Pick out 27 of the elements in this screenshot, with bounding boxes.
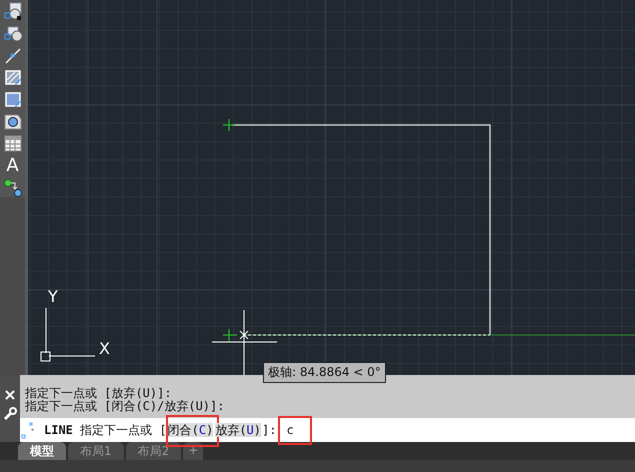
typed-value: c — [285, 423, 295, 437]
y-axis-label: Y — [48, 289, 58, 305]
line-icon[interactable] — [2, 46, 22, 65]
region-icon[interactable] — [2, 112, 22, 131]
table-icon[interactable] — [2, 134, 22, 153]
command-history-line: 指定下一点或 [闭合(C)/放弃(U)]: — [25, 400, 226, 413]
endpoint-marker — [222, 328, 238, 342]
endpoint-marker — [222, 118, 236, 132]
close-icon[interactable] — [4, 389, 16, 401]
bracket-text: [ — [159, 423, 167, 437]
bracket-text: ]: — [262, 423, 276, 437]
hatch-icon[interactable] — [2, 68, 22, 87]
gradient-icon[interactable] — [2, 90, 22, 109]
connector-icon[interactable] — [2, 178, 22, 197]
command-name: LINE — [44, 423, 73, 437]
text-tool-icon[interactable]: A — [6, 156, 19, 175]
layout-tab[interactable]: 模型 — [18, 442, 66, 460]
command-prompt: 指定下一点或 — [79, 422, 154, 438]
block-icon[interactable] — [2, 24, 22, 43]
command-option[interactable]: 闭合(C) — [168, 422, 214, 436]
block-insert-icon[interactable] — [2, 2, 22, 21]
wrench-icon[interactable] — [3, 407, 17, 421]
polar-tooltip: 极轴: 84.8864 < 0° — [263, 362, 386, 383]
command-history-line: 指定下一点或 [放弃(U)]: — [25, 387, 173, 400]
ucs-axis-drawing — [40, 308, 96, 362]
x-axis-label: X — [99, 341, 110, 357]
command-option[interactable]: 放弃(U) — [215, 422, 262, 436]
